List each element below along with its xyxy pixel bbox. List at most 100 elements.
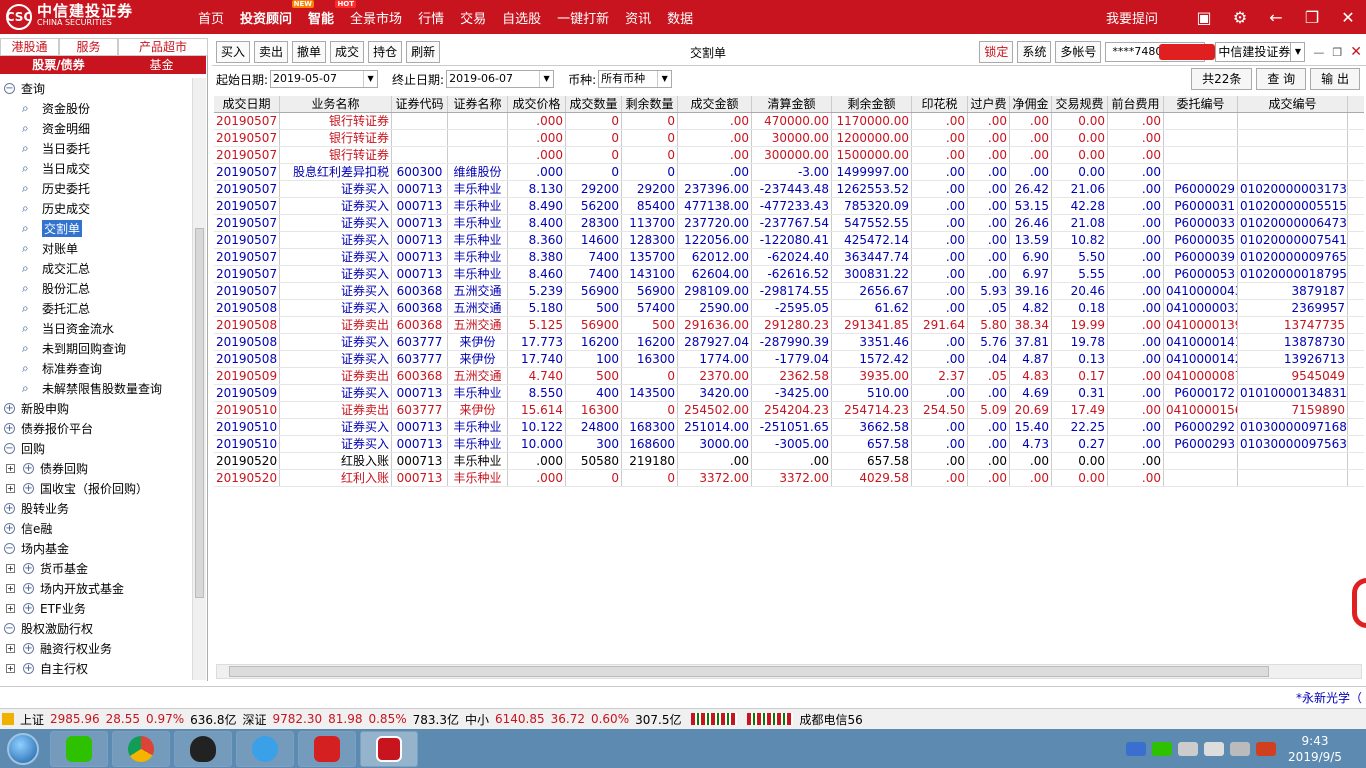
buy-button[interactable]: 买入 xyxy=(216,40,251,63)
table-row[interactable]: 20190507 股息红利差异扣税 600300 维维股份 .000 0 0.00 -3.00… xyxy=(214,164,1364,181)
close-window-icon[interactable]: ✕ xyxy=(1330,8,1366,27)
positions-button[interactable]: 持仓 xyxy=(368,40,403,63)
tree-item-11[interactable]: ⌕ 委托汇总 xyxy=(0,298,192,318)
network-icon[interactable] xyxy=(1230,741,1250,756)
expand-icon[interactable]: + xyxy=(23,642,34,654)
table-row[interactable]: 20190508 证券卖出 600368 五洲交通 5.125 56900 500 29163… xyxy=(214,317,1364,334)
taskbar-csc[interactable] xyxy=(360,730,418,767)
sidebar-scrollbar[interactable] xyxy=(192,78,206,680)
table-row[interactable]: 20190507 证券买入 000713 丰乐种业 8.460 7400 143100 626… xyxy=(214,266,1364,283)
column-header[interactable]: 证券名称 xyxy=(448,96,508,112)
wechat-tray-icon[interactable] xyxy=(1152,741,1172,756)
tree-item-29[interactable]: + + 自主行权 xyxy=(0,658,192,678)
collapse-icon[interactable]: − xyxy=(4,442,15,454)
horizontal-scroll-thumb[interactable] xyxy=(229,666,1269,677)
tree-item-15[interactable]: ⌕ 未解禁限售股数量查询 xyxy=(0,378,192,398)
cancel-order-button[interactable]: 撤单 xyxy=(292,40,327,63)
tree-item-0[interactable]: − 查询 xyxy=(0,78,192,98)
tree-item-16[interactable]: + 新股申购 xyxy=(0,398,192,418)
tree-item-6[interactable]: ⌕ 历史成交 xyxy=(0,198,192,218)
taskbar-chrome[interactable] xyxy=(112,730,170,767)
expand-icon[interactable]: + xyxy=(23,662,34,674)
column-header[interactable]: 清算金额 xyxy=(752,96,832,112)
column-header[interactable]: 前台费用 xyxy=(1108,96,1164,112)
table-row[interactable]: 20190520 红股入账 000713 丰乐种业 .000 50580 219180.00… xyxy=(214,453,1364,470)
table-row[interactable]: 20190507 证券买入 600368 五洲交通 5.239 56900 56900 298… xyxy=(214,283,1364,300)
cube-icon[interactable]: ▣ xyxy=(1186,8,1222,27)
expand-box-icon[interactable]: + xyxy=(6,483,15,493)
system-clock[interactable]: 9:43 2019/9/5 xyxy=(1282,733,1348,765)
tree-item-20[interactable]: + + 国收宝（报价回购） xyxy=(0,478,192,498)
tab-fund[interactable]: 基金 xyxy=(117,56,206,74)
tab-stock-bond[interactable]: 股票/债券 xyxy=(0,56,117,74)
table-row[interactable]: 20190509 证券买入 000713 丰乐种业 8.550 400 143500 3420… xyxy=(214,385,1364,402)
table-row[interactable]: 20190507 银行转证券 .000 0 0.00 30000.00 1200000.00… xyxy=(214,130,1364,147)
system-button[interactable]: 系统 xyxy=(1017,41,1052,63)
tree-item-24[interactable]: + + 货币基金 xyxy=(0,558,192,578)
tree-item-19[interactable]: + + 债券回购 xyxy=(0,458,192,478)
expand-box-icon[interactable]: + xyxy=(6,663,15,673)
tree-item-18[interactable]: − 回购 xyxy=(0,438,192,458)
table-row[interactable]: 20190510 证券买入 000713 丰乐种业 10.000 300 168600 300… xyxy=(214,436,1364,453)
menu-item-2[interactable]: 智能 HOT xyxy=(300,0,357,27)
table-row[interactable]: 20190507 银行转证券 .000 0 0.00 300000.00 1500000.0… xyxy=(214,147,1364,164)
column-header[interactable]: 剩余数量 xyxy=(622,96,678,112)
table-row[interactable]: 20190507 银行转证券 .000 0 0.00 470000.00 1170000.0… xyxy=(214,113,1364,130)
table-row[interactable]: 20190507 证券买入 000713 丰乐种业 8.400 28300 113700 23… xyxy=(214,215,1364,232)
table-row[interactable]: 20190507 证券买入 000713 丰乐种业 8.130 29200 29200 237… xyxy=(214,181,1364,198)
expand-icon[interactable]: + xyxy=(4,402,15,414)
tree-item-12[interactable]: ⌕ 当日资金流水 xyxy=(0,318,192,338)
column-header[interactable]: 印花税 xyxy=(912,96,968,112)
tree-item-22[interactable]: + 信e融 xyxy=(0,518,192,538)
tree-item-14[interactable]: ⌕ 标准券查询 xyxy=(0,358,192,378)
expand-icon[interactable]: + xyxy=(23,462,34,474)
expand-icon[interactable]: + xyxy=(23,602,34,614)
expand-icon[interactable]: + xyxy=(23,582,34,594)
collapse-icon[interactable]: − xyxy=(4,82,15,94)
table-row[interactable]: 20190507 证券买入 000713 丰乐种业 8.490 56200 85400 477… xyxy=(214,198,1364,215)
minimize-icon[interactable]: — xyxy=(1313,46,1324,59)
tree-item-13[interactable]: ⌕ 未到期回购查询 xyxy=(0,338,192,358)
column-header[interactable]: 净佣金 xyxy=(1010,96,1052,112)
tab-hk-connect[interactable]: 港股通 xyxy=(0,38,59,56)
table-row[interactable]: 20190507 证券买入 000713 丰乐种业 8.360 14600 128300 12… xyxy=(214,232,1364,249)
expand-box-icon[interactable]: + xyxy=(6,463,15,473)
table-row[interactable]: 20190520 红利入账 000713 丰乐种业 .000 0 0 3372.00 3372.… xyxy=(214,470,1364,487)
column-header[interactable]: 成交编号 xyxy=(1238,96,1348,112)
expand-box-icon[interactable]: + xyxy=(6,603,15,613)
collapse-icon[interactable]: − xyxy=(4,622,15,634)
gear-icon[interactable]: ⚙ xyxy=(1222,8,1258,27)
tree-item-4[interactable]: ⌕ 当日成交 xyxy=(0,158,192,178)
sidebar-scroll-thumb[interactable] xyxy=(195,228,204,598)
tree-item-3[interactable]: ⌕ 当日委托 xyxy=(0,138,192,158)
shield-icon[interactable] xyxy=(1126,741,1146,756)
column-header[interactable]: 交易规费 xyxy=(1052,96,1108,112)
multi-account-button[interactable]: 多帐号 xyxy=(1055,41,1102,63)
query-button[interactable]: 查 询 xyxy=(1256,68,1307,90)
table-row[interactable]: 20190509 证券卖出 600368 五洲交通 4.740 500 0 2370.00 23… xyxy=(214,368,1364,385)
close-icon[interactable]: ✕ xyxy=(1350,44,1362,60)
expand-icon[interactable]: + xyxy=(4,522,15,534)
expand-icon[interactable]: + xyxy=(4,502,15,514)
expand-icon[interactable]: + xyxy=(4,422,15,434)
sell-button[interactable]: 卖出 xyxy=(254,40,289,63)
export-button[interactable]: 输 出 xyxy=(1310,68,1360,90)
tree-item-7[interactable]: ⌕ 交割单 xyxy=(0,218,192,238)
refresh-button[interactable]: 刷新 xyxy=(406,40,441,63)
start-date-picker[interactable]: 2019-05-07 ▼ xyxy=(270,70,379,88)
menu-item-4[interactable]: 行情 xyxy=(410,8,452,27)
taskbar-ths[interactable] xyxy=(298,730,356,767)
column-header[interactable]: 委托编号 xyxy=(1164,96,1238,112)
restore-window-icon[interactable]: ❐ xyxy=(1294,8,1330,27)
table-row[interactable]: 20190510 证券卖出 603777 来伊份 15.614 16300 0 254502.… xyxy=(214,402,1364,419)
trades-button[interactable]: 成交 xyxy=(330,40,365,63)
table-horizontal-scrollbar[interactable] xyxy=(216,664,1362,679)
column-header[interactable]: 过户费 xyxy=(968,96,1010,112)
collapse-icon[interactable]: − xyxy=(4,542,15,554)
taskbar-qq[interactable] xyxy=(174,730,232,767)
expand-box-icon[interactable]: + xyxy=(6,583,15,593)
floating-widget[interactable] xyxy=(1352,578,1366,628)
back-arrow-icon[interactable]: ← xyxy=(1258,8,1294,27)
column-header[interactable]: 成交数量 xyxy=(566,96,622,112)
tree-item-10[interactable]: ⌕ 股份汇总 xyxy=(0,278,192,298)
